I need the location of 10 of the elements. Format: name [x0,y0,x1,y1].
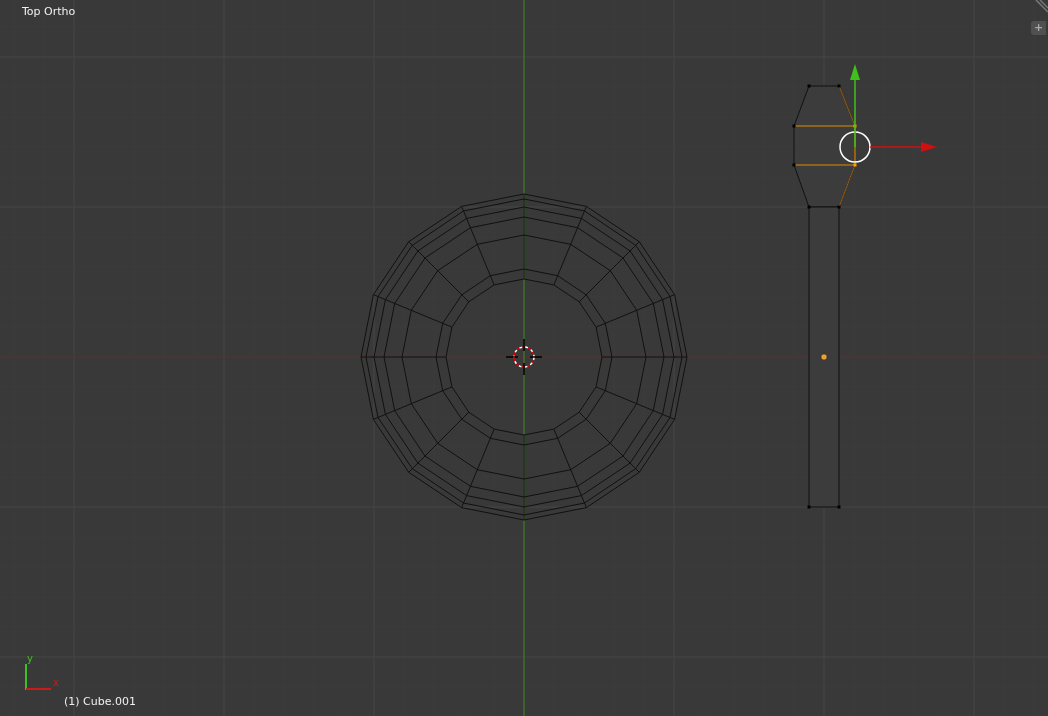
axis-orientation-icon [25,663,52,691]
object-origin-dot [820,353,828,361]
transform-gizmo-drawing[interactable] [839,64,937,163]
axis-label: x [53,678,59,688]
add-button[interactable]: + [1031,21,1046,35]
view-label: Top Ortho [22,5,76,18]
object-label: (1) Cube.001 [64,695,136,708]
axis-label: y [27,654,33,664]
3d-cursor-icon [505,338,543,376]
corner-resize-icon[interactable] [1035,0,1048,13]
